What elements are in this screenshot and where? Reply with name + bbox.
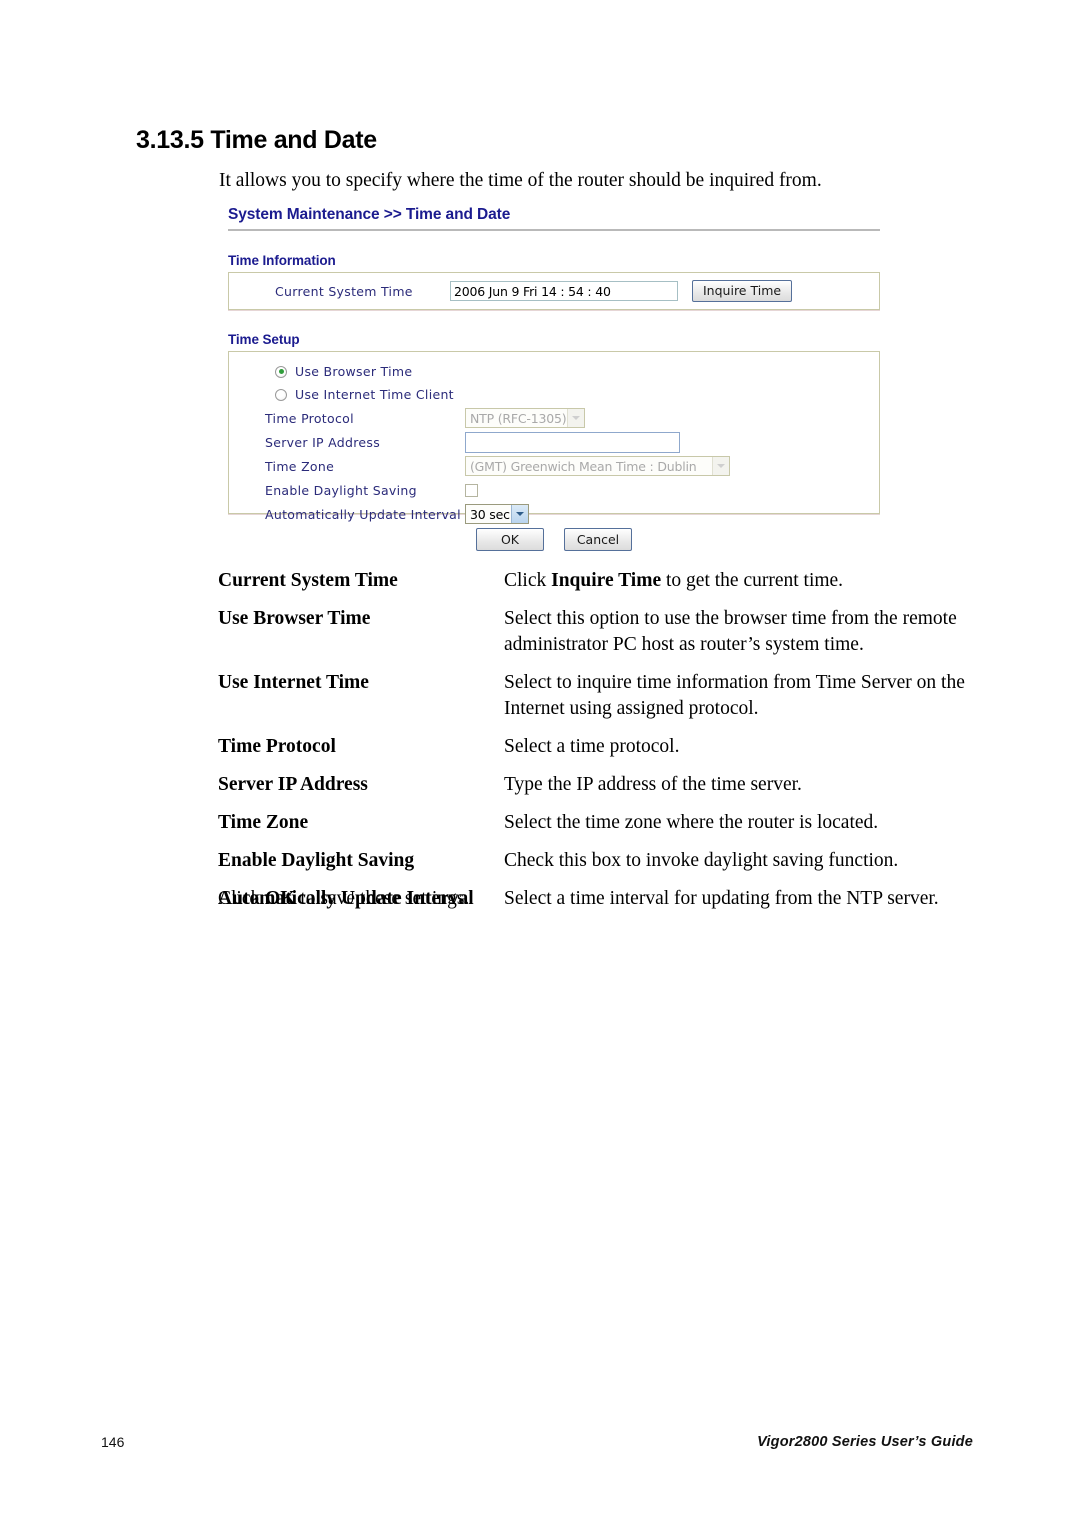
footer-guide-title: Vigor2800 Series User’s Guide: [757, 1434, 973, 1450]
select-time-protocol-value: NTP (RFC-1305): [470, 410, 567, 426]
label-server-ip-address: Server IP Address: [265, 434, 381, 450]
cancel-button[interactable]: Cancel: [564, 528, 632, 551]
list-item: Enable Daylight Saving Check this box to…: [218, 848, 980, 874]
radio-row-use-browser-time[interactable]: Use Browser Time: [229, 360, 730, 383]
label-time-protocol: Time Protocol: [265, 410, 354, 426]
list-item: Server IP Address Type the IP address of…: [218, 772, 980, 798]
current-system-time-input[interactable]: 2006 Jun 9 Fri 14 : 54 : 40: [450, 281, 678, 301]
time-information-title: Time Information: [228, 253, 336, 268]
definition-text-pre: Click: [504, 570, 552, 591]
breadcrumb-divider: [228, 229, 880, 231]
closing-text-bold: OK: [265, 888, 296, 909]
chevron-down-icon: [567, 409, 584, 427]
document-page: 3.13.5 Time and Date It allows you to sp…: [0, 0, 1080, 1528]
time-setup-title: Time Setup: [228, 332, 300, 347]
definition-term: Use Browser Time: [218, 608, 371, 629]
definition-description: Select to inquire time information from …: [504, 672, 965, 719]
label-automatically-update-interval: Automatically Update Interval: [265, 506, 461, 522]
time-information-panel: Current System Time 2006 Jun 9 Fri 14 : …: [228, 272, 880, 310]
list-item: Time Zone Select the time zone where the…: [218, 810, 980, 836]
closing-paragraph: Click OK to save these settings.: [218, 886, 469, 912]
form-action-buttons: OK Cancel: [228, 528, 880, 551]
select-update-interval[interactable]: 30 sec: [465, 504, 529, 524]
current-system-time-label: Current System Time: [275, 283, 413, 299]
definition-text-bold: Inquire Time: [551, 570, 662, 591]
page-title: 3.13.5 Time and Date: [136, 126, 377, 154]
definition-description: Select a time protocol.: [504, 736, 680, 757]
radio-use-browser-time[interactable]: [275, 365, 287, 378]
row-time-protocol: Time Protocol NTP (RFC-1305): [229, 406, 730, 430]
router-ui-screenshot: System Maintenance >> Time and Date Time…: [228, 206, 880, 524]
list-item: Time Protocol Select a time protocol.: [218, 734, 980, 760]
row-automatically-update-interval: Automatically Update Interval 30 sec: [229, 502, 730, 526]
input-server-ip-address[interactable]: [465, 431, 680, 453]
list-item: Current System Time Click Inquire Time t…: [218, 568, 980, 594]
footer-page-number: 146: [101, 1434, 125, 1450]
chevron-down-icon: [511, 505, 528, 523]
definition-description: Select the time zone where the router is…: [504, 812, 879, 833]
checkbox-enable-daylight-saving[interactable]: [465, 483, 478, 497]
time-setup-panel: Use Browser Time Use Internet Time Clien…: [228, 351, 880, 524]
radio-label-use-internet-time-client: Use Internet Time Client: [295, 387, 454, 402]
definition-description: Select this option to use the browser ti…: [504, 608, 957, 655]
definition-description: Type the IP address of the time server.: [504, 774, 802, 795]
inquire-time-button[interactable]: Inquire Time: [692, 280, 793, 302]
radio-label-use-browser-time: Use Browser Time: [295, 364, 413, 379]
chevron-down-icon: [712, 457, 729, 475]
breadcrumb: System Maintenance >> Time and Date: [228, 206, 511, 223]
label-enable-daylight-saving: Enable Daylight Saving: [265, 482, 417, 498]
definition-description: Click Inquire Time to get the current ti…: [504, 568, 980, 594]
closing-text-post: to save these settings.: [295, 888, 470, 909]
select-time-zone-value: (GMT) Greenwich Mean Time : Dublin: [470, 458, 697, 474]
definition-term: Server IP Address: [218, 774, 368, 795]
definition-term: Current System Time: [218, 570, 398, 591]
definition-term: Time Zone: [218, 812, 309, 833]
definition-term: Use Internet Time: [218, 672, 369, 693]
radio-use-internet-time-client[interactable]: [275, 388, 287, 401]
closing-text-pre: Click: [218, 888, 266, 909]
row-enable-daylight-saving: Enable Daylight Saving: [229, 478, 730, 502]
radio-row-use-internet-time-client[interactable]: Use Internet Time Client: [229, 383, 730, 406]
select-update-interval-value: 30 sec: [470, 506, 510, 522]
definition-description: Select a time interval for updating from…: [504, 888, 939, 909]
definition-text-post: to get the current time.: [661, 570, 844, 591]
list-item: Use Internet Time Select to inquire time…: [218, 670, 980, 722]
field-descriptions-list: Current System Time Click Inquire Time t…: [218, 568, 980, 924]
list-item: Use Browser Time Select this option to u…: [218, 606, 980, 658]
definition-term: Enable Daylight Saving: [218, 850, 415, 871]
definition-description: Check this box to invoke daylight saving…: [504, 850, 899, 871]
ok-button[interactable]: OK: [476, 528, 544, 551]
select-time-protocol[interactable]: NTP (RFC-1305): [465, 408, 585, 428]
label-time-zone: Time Zone: [265, 458, 335, 474]
intro-paragraph: It allows you to specify where the time …: [219, 170, 822, 191]
select-time-zone[interactable]: (GMT) Greenwich Mean Time : Dublin: [465, 456, 730, 476]
definition-term: Time Protocol: [218, 736, 336, 757]
row-time-zone: Time Zone (GMT) Greenwich Mean Time : Du…: [229, 454, 730, 478]
row-server-ip-address: Server IP Address: [229, 430, 730, 454]
